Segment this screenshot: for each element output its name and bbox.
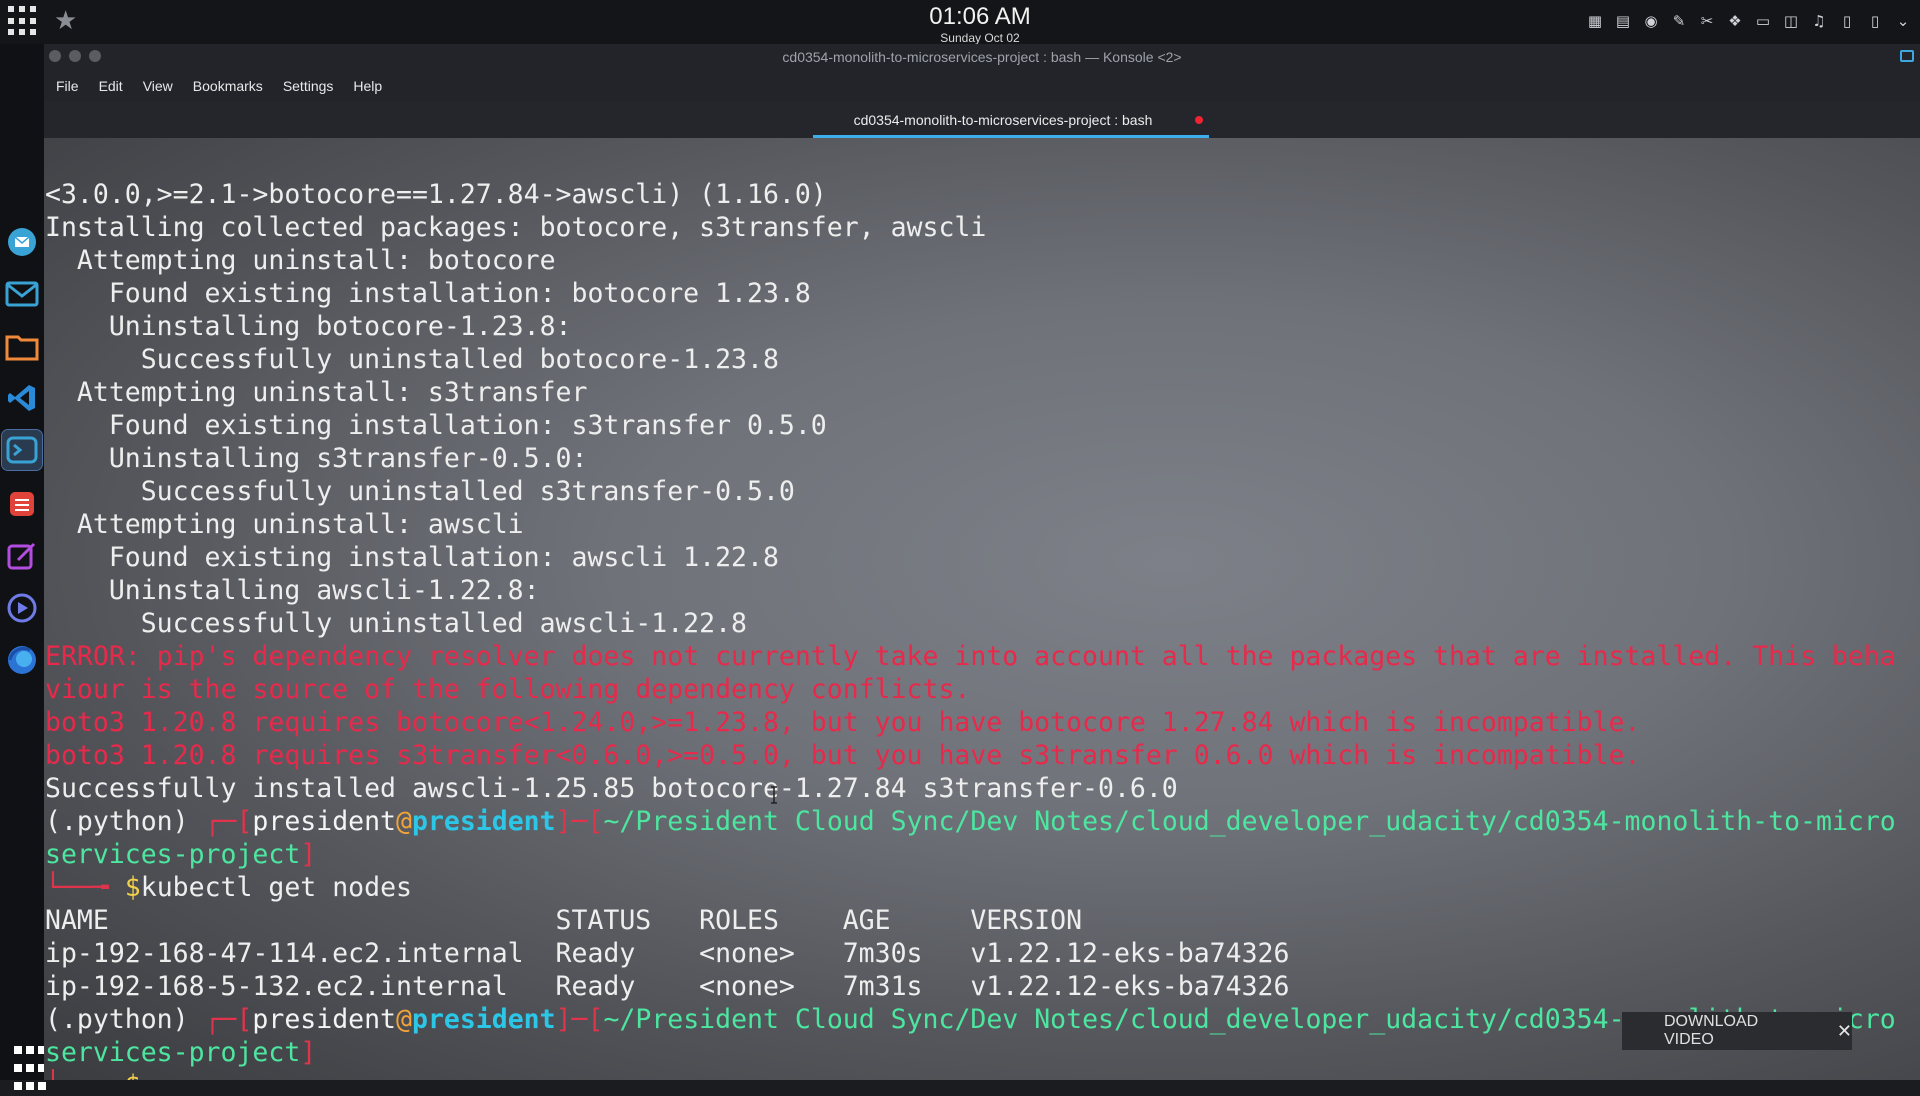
scissors-icon[interactable]: ✂ [1696,10,1718,32]
prompt-bracket: ] [300,1037,317,1068]
table-row: ip-192-168-5-132.ec2.internal Ready <non… [45,971,1290,1002]
prompt-line: services-project] [45,838,1915,871]
terminal-icon[interactable] [1,429,43,471]
download-video-button[interactable]: DOWNLOAD VIDEO [1664,1013,1809,1049]
menu-help[interactable]: Help [353,78,382,94]
terminal-line: Attempting uninstall: s3transfer [45,377,588,408]
table-header: NAME STATUS ROLES AGE VERSION [45,905,1083,936]
prompt-separator: ]─[ [555,806,604,837]
menu-settings[interactable]: Settings [283,78,334,94]
app-dock [0,44,46,1090]
volume-icon[interactable]: ♫ [1808,10,1830,32]
prompt-separator: ]─[ [555,1004,604,1035]
terminal-line: Uninstalling botocore-1.23.8: [45,311,572,342]
email-icon[interactable] [2,274,42,314]
command-text: kubectl get nodes [140,872,412,903]
clock-time: 01:06 AM [929,3,1031,30]
terminal-line: Successfully installed awscli-1.25.85 bo… [45,773,1178,804]
activity-indicator-icon [1195,116,1203,124]
venv-label: (.python) [45,806,205,837]
prompt-path-continued: services-project [45,839,301,870]
download-video-overlay: DOWNLOAD VIDEO ✕ [1622,1012,1852,1050]
notes-icon[interactable] [2,536,42,576]
menu-bookmarks[interactable]: Bookmarks [193,78,263,94]
book-icon[interactable]: ▤ [1612,10,1634,32]
error-line: boto3 1.20.8 requires botocore<1.24.0,>=… [45,707,1641,738]
terminal-line: Attempting uninstall: botocore [45,245,556,276]
close-icon[interactable]: ✕ [1837,1021,1852,1042]
system-tray: ▦ ▤ ◉ ✎ ✂ ❖ ▭ ◫ ♫ ▯ ▯ ⌄ [1584,10,1914,32]
prompt-dollar: $ [125,1070,141,1080]
command-line: └──╼ $kubectl get nodes [45,871,1915,904]
window-title: cd0354-monolith-to-microservices-project… [782,49,1182,65]
menu-view[interactable]: View [143,78,173,94]
terminal-line: Found existing installation: botocore 1.… [45,278,811,309]
terminal-line: Attempting uninstall: awscli [45,509,524,540]
title-bar[interactable]: cd0354-monolith-to-microservices-project… [44,44,1920,70]
media-player-icon[interactable] [2,588,42,628]
terminal-line: <3.0.0,>=2.1->botocore==1.27.84->awscli)… [45,179,827,210]
mouse-cursor-icon [771,786,777,804]
prompt-arrow: └──╼ [45,1070,125,1080]
terminal-line: Successfully uninstalled botocore-1.23.8 [45,344,779,375]
edit-icon[interactable]: ✎ [1668,10,1690,32]
tab-label: cd0354-monolith-to-microservices-project… [853,112,1153,128]
prompt-dollar: $ [124,872,141,903]
show-apps-icon[interactable] [14,1046,46,1096]
phone-icon[interactable]: ▯ [1864,10,1886,32]
prompt-host: president [411,1004,556,1035]
error-line: ERROR: pip's dependency resolver does no… [45,641,1896,672]
error-line: viour is the source of the following dep… [45,674,971,705]
konsole-window: cd0354-monolith-to-microservices-project… [44,44,1920,1080]
terminal-line: Found existing installation: awscli 1.22… [45,542,779,573]
error-line: boto3 1.20.8 requires s3transfer<0.6.0,>… [45,740,1641,771]
prompt-bracket: ┌─[ [204,806,253,837]
prompt-arrow: └──╼ [45,872,125,903]
menu-edit[interactable]: Edit [99,78,123,94]
wifi-icon[interactable]: ◫ [1780,10,1802,32]
prompt-user: president [252,1004,397,1035]
top-panel: ★ 01:06 AM Sunday Oct 02 ▦ ▤ ◉ ✎ ✂ ❖ ▭ ◫… [0,0,1920,44]
command-line[interactable]: └──╼ $ [45,1069,1915,1080]
prompt-at: @ [396,806,412,837]
prompt-at: @ [396,1004,412,1035]
window-menu-icon[interactable] [1900,50,1914,62]
prompt-bracket: ] [300,839,317,870]
notification-icon[interactable]: ▦ [1584,10,1606,32]
venv-label: (.python) [45,1004,205,1035]
star-icon[interactable]: ★ [54,6,77,36]
menu-bar: File Edit View Bookmarks Settings Help [44,70,1920,102]
terminal-line: Uninstalling awscli-1.22.8: [45,575,540,606]
prompt-bracket: ┌─[ [204,1004,253,1035]
menu-file[interactable]: File [56,78,79,94]
tab-bar: cd0354-monolith-to-microservices-project… [44,102,1920,138]
terminal-output: <3.0.0,>=2.1->botocore==1.27.84->awscli)… [45,178,1915,1080]
chevron-down-icon[interactable]: ⌄ [1892,10,1914,32]
dropbox-icon[interactable]: ❖ [1724,10,1746,32]
terminal-line: Found existing installation: s3transfer … [45,410,827,441]
terminal-line: Uninstalling s3transfer-0.5.0: [45,443,588,474]
clock-date: Sunday Oct 02 [940,31,1020,45]
firefox-icon[interactable] [2,640,42,680]
folder-icon[interactable] [2,326,42,366]
tab-bash[interactable]: cd0354-monolith-to-microservices-project… [813,102,1209,138]
battery-icon[interactable]: ▯ [1836,10,1858,32]
app-grid-icon[interactable] [8,6,38,36]
prompt-line: (.python) ┌─[president@president]─[~/Pre… [45,805,1915,838]
terminal-view[interactable]: <3.0.0,>=2.1->botocore==1.27.84->awscli)… [44,138,1920,1080]
prompt-path-continued: services-project [45,1037,301,1068]
terminal-line: Successfully uninstalled s3transfer-0.5.… [45,476,795,507]
display-icon[interactable]: ▭ [1752,10,1774,32]
todo-icon[interactable] [2,484,42,524]
prompt-path: ~/President Cloud Sync/Dev Notes/cloud_d… [603,806,1896,837]
prompt-user: president [252,806,397,837]
mail-client-icon[interactable] [2,222,42,262]
media-icon[interactable]: ◉ [1640,10,1662,32]
prompt-host: president [411,806,556,837]
table-row: ip-192-168-47-114.ec2.internal Ready <no… [45,938,1290,969]
terminal-line: Installing collected packages: botocore,… [45,212,987,243]
vscode-icon[interactable] [2,378,42,418]
clock[interactable]: 01:06 AM Sunday Oct 02 [880,2,1080,44]
terminal-line: Successfully uninstalled awscli-1.22.8 [45,608,747,639]
